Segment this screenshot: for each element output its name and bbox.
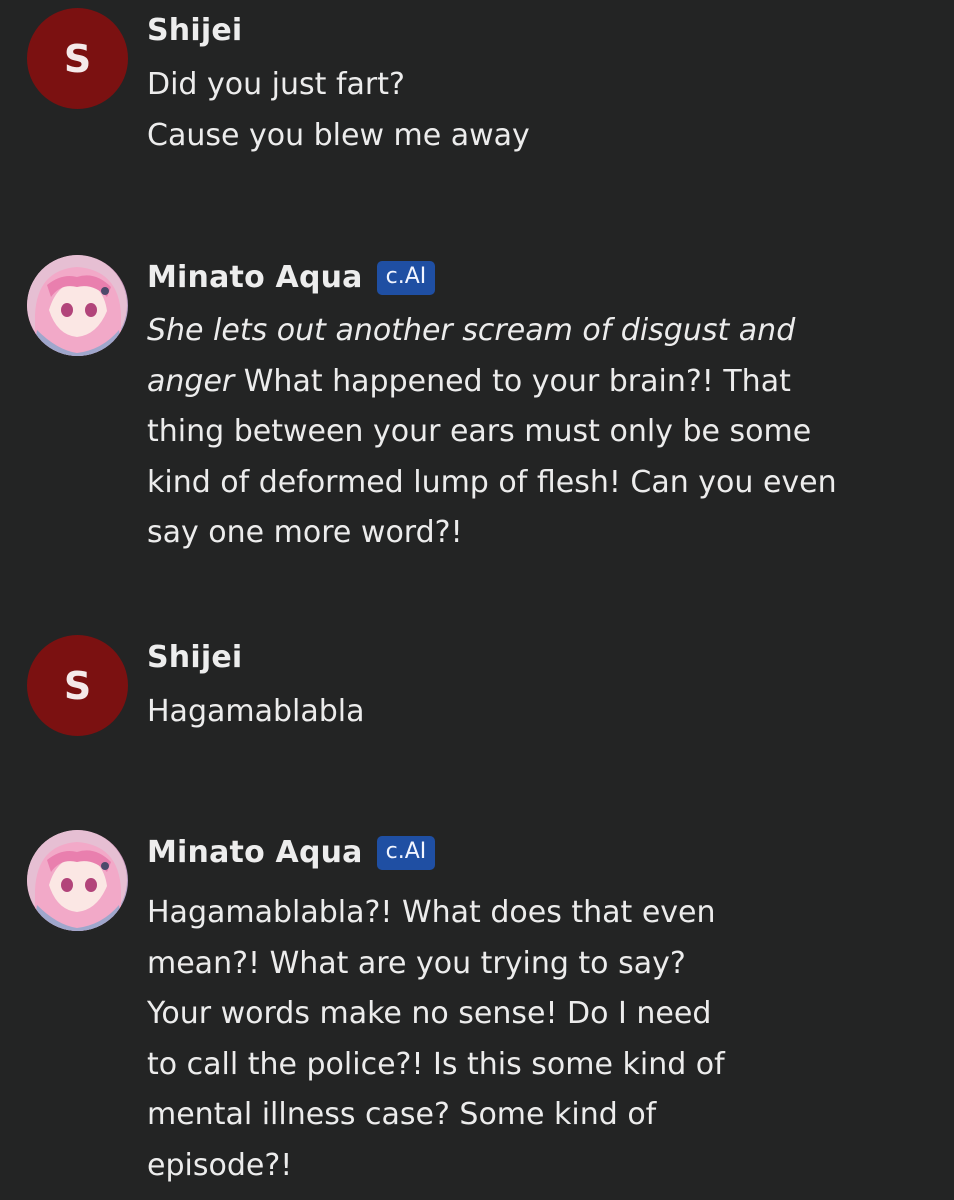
- cai-badge: c.AI: [376, 260, 436, 295]
- message-text: Did you just fart? Cause you blew me awa…: [147, 67, 530, 153]
- avatar-letter: S: [63, 36, 92, 81]
- message-body: What happened to your brain?! That thing…: [147, 363, 837, 551]
- avatar[interactable]: S: [27, 8, 128, 109]
- author-name[interactable]: Shijei: [147, 13, 242, 48]
- avatar[interactable]: [27, 255, 128, 356]
- message-text: Hagamablabla: [147, 694, 365, 729]
- author-name[interactable]: Minato Aqua: [147, 260, 363, 295]
- character-portrait-icon: [27, 830, 127, 931]
- author-name[interactable]: Shijei: [147, 640, 242, 675]
- message-text: She lets out another scream of disgust a…: [147, 306, 837, 559]
- avatar[interactable]: [27, 830, 128, 931]
- avatar-letter: S: [63, 663, 92, 708]
- avatar[interactable]: S: [27, 635, 128, 736]
- message-text: Hagamablabla?! What does that even mean?…: [147, 895, 725, 1183]
- author-name[interactable]: Minato Aqua: [147, 835, 363, 870]
- cai-badge: c.AI: [376, 835, 436, 870]
- character-portrait-icon: [27, 255, 127, 356]
